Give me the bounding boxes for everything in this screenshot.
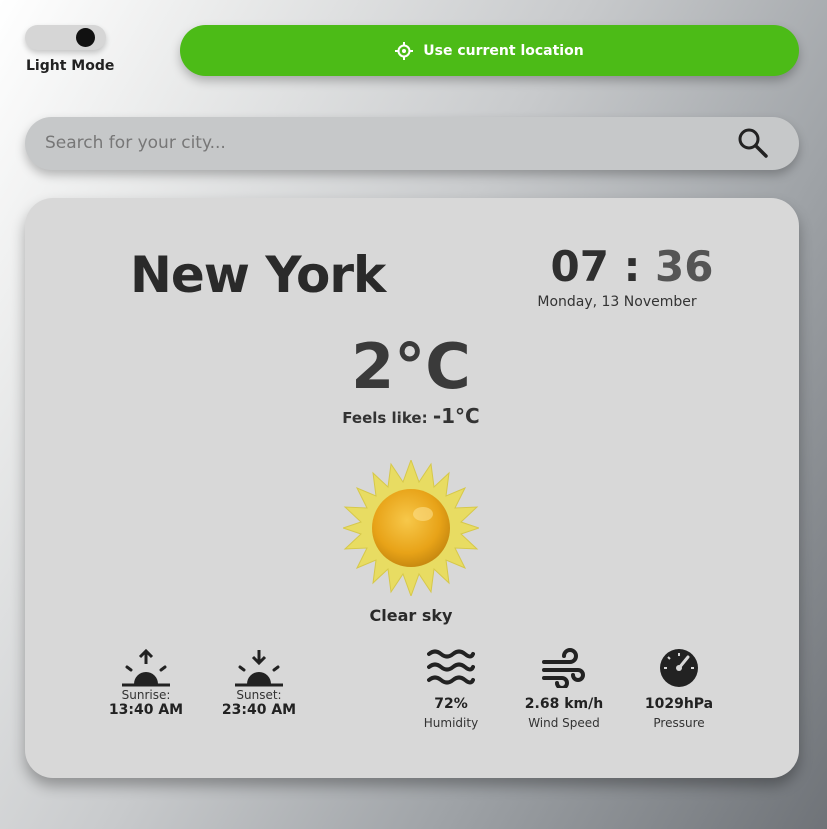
weather-condition: Clear sky xyxy=(369,606,453,625)
temperature: 2°C xyxy=(351,330,471,403)
sunset-stat: Sunset: 23:40 AM xyxy=(199,648,319,718)
time-hours: 07 xyxy=(550,242,609,291)
sun-icon xyxy=(343,460,479,596)
current-time: 07 : 36 xyxy=(532,242,732,291)
location-crosshair-icon xyxy=(395,41,414,60)
feels-like-value: -1°C xyxy=(432,404,480,428)
theme-toggle-label: Light Mode xyxy=(26,58,115,74)
sunrise-label: Sunrise: xyxy=(121,688,171,702)
sunset-value: 23:40 AM xyxy=(221,702,297,718)
search-bar[interactable]: Search for your city... xyxy=(25,117,799,170)
feels-like-label: Feels like: xyxy=(342,409,428,427)
pressure-label: Pressure xyxy=(653,716,705,730)
time-minutes: 36 xyxy=(655,242,714,291)
current-date: Monday, 13 November xyxy=(537,294,697,310)
pressure-value: 1029hPa xyxy=(644,696,714,712)
search-icon[interactable] xyxy=(737,127,769,159)
sunset-icon xyxy=(235,650,283,687)
humidity-stat: 72% Humidity xyxy=(391,648,511,730)
city-name: New York xyxy=(130,246,386,304)
use-current-location-label: Use current location xyxy=(423,42,584,59)
sunset-label: Sunset: xyxy=(236,688,282,702)
feels-like: Feels like: -1°C xyxy=(305,404,517,428)
wind-speed-value: 2.68 km/h xyxy=(524,696,604,712)
sunrise-value: 13:40 AM xyxy=(108,702,184,718)
use-current-location-button[interactable]: Use current location xyxy=(180,25,799,76)
humidity-label: Humidity xyxy=(423,716,479,730)
humidity-icon xyxy=(427,649,475,685)
sunrise-stat: Sunrise: 13:40 AM xyxy=(86,648,206,718)
theme-toggle[interactable] xyxy=(25,25,106,50)
wind-icon xyxy=(542,648,585,688)
wind-speed-label: Wind Speed xyxy=(528,716,600,730)
weather-card: New York 07 : 36 Monday, 13 November 2°C… xyxy=(25,198,799,778)
pressure-gauge-icon xyxy=(660,649,698,687)
pressure-stat: 1029hPa Pressure xyxy=(619,648,739,730)
sunrise-icon xyxy=(122,648,170,687)
wind-stat: 2.68 km/h Wind Speed xyxy=(504,648,624,730)
search-input[interactable]: Search for your city... xyxy=(45,133,226,153)
toggle-knob[interactable] xyxy=(76,28,95,47)
time-separator: : xyxy=(623,242,641,291)
humidity-value: 72% xyxy=(434,696,468,712)
